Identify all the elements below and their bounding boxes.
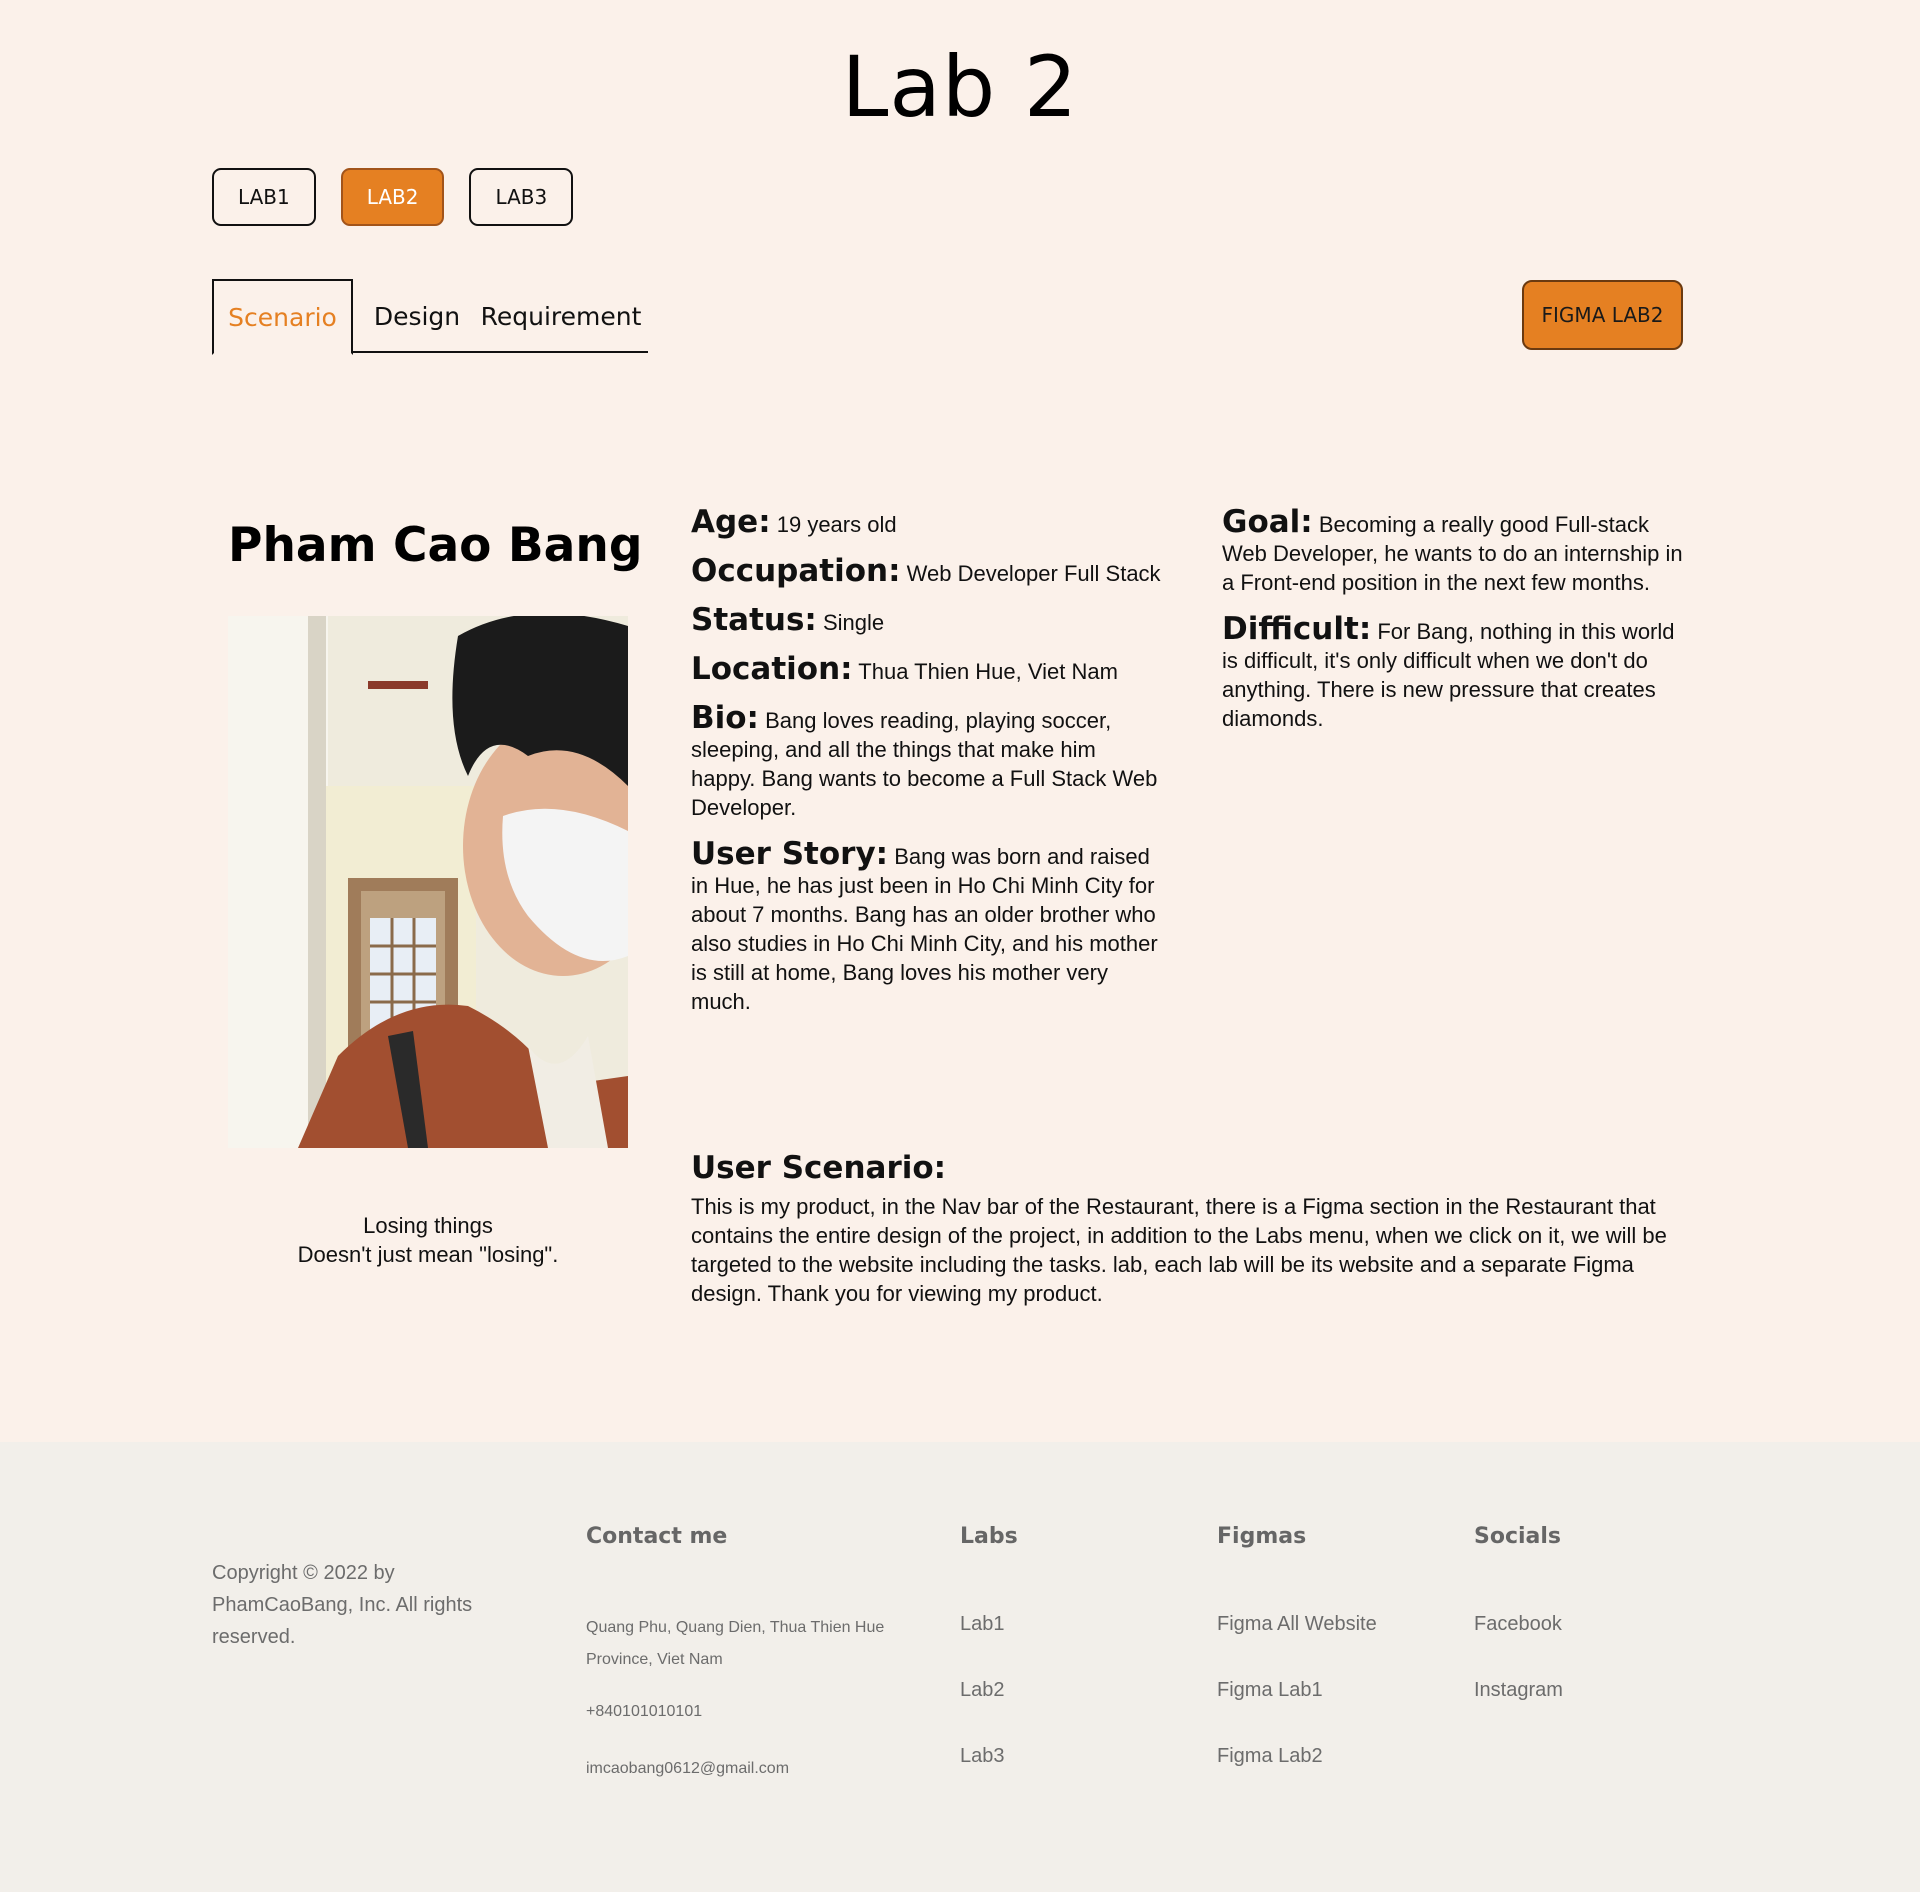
contact-phone: +840101010101: [586, 1703, 703, 1720]
figmas-heading: Figmas: [1217, 1524, 1307, 1549]
tab-requirement[interactable]: Requirement: [474, 279, 648, 353]
footer-link-figma-all[interactable]: Figma All Website: [1217, 1613, 1377, 1636]
lab3-button[interactable]: LAB3: [469, 168, 574, 226]
occupation-value: Web Developer Full Stack: [906, 561, 1161, 586]
location-label: Location:: [691, 651, 853, 687]
figma-lab2-button[interactable]: FIGMA LAB2: [1522, 280, 1683, 350]
user-story-label: User Story:: [691, 836, 889, 872]
location-row: Location: Thua Thien Hue, Viet Nam: [691, 654, 1161, 686]
age-row: Age: 19 years old: [691, 507, 1161, 539]
footer-link-figma-lab2[interactable]: Figma Lab2: [1217, 1745, 1323, 1768]
contact-email: imcaobang0612@gmail.com: [586, 1760, 790, 1777]
difficult-label: Difficult:: [1222, 611, 1372, 647]
labs-heading: Labs: [960, 1524, 1018, 1549]
footer-link-lab3[interactable]: Lab3: [960, 1745, 1005, 1768]
footer-labs: Labs Lab1 Lab2 Lab3: [960, 1524, 1018, 1767]
footer-socials: Socials Facebook Instagram: [1474, 1524, 1563, 1701]
tab-bar: Scenario Design Requirement: [212, 279, 648, 355]
footer-link-figma-lab1[interactable]: Figma Lab1: [1217, 1679, 1323, 1702]
bio-row: Bio: Bang loves reading, playing soccer,…: [691, 703, 1161, 822]
footer-contact: Contact me Quang Phu, Quang Dien, Thua T…: [586, 1524, 916, 1777]
copyright: Copyright © 2022 by PhamCaoBang, Inc. Al…: [212, 1562, 473, 1648]
occupation-label: Occupation:: [691, 553, 901, 589]
age-label: Age:: [691, 504, 771, 540]
footer-link-lab1[interactable]: Lab1: [960, 1613, 1005, 1636]
quote: Losing things Doesn't just mean "losing"…: [228, 1211, 628, 1269]
occupation-row: Occupation: Web Developer Full Stack: [691, 556, 1161, 588]
profile-info-right: Goal: Becoming a really good Full-stack …: [1222, 507, 1692, 751]
lab1-button[interactable]: LAB1: [212, 168, 316, 226]
tab-scenario[interactable]: Scenario: [212, 279, 353, 355]
lab2-button[interactable]: LAB2: [340, 168, 445, 226]
bio-label: Bio:: [691, 700, 759, 736]
bio-value: Bang loves reading, playing soccer, slee…: [691, 708, 1158, 820]
goal-label: Goal:: [1222, 504, 1313, 540]
status-value: Single: [822, 610, 885, 635]
footer-link-instagram[interactable]: Instagram: [1474, 1679, 1563, 1702]
footer-link-lab2[interactable]: Lab2: [960, 1679, 1005, 1702]
lab-nav: LAB1 LAB2 LAB3: [212, 168, 574, 226]
tab-design[interactable]: Design: [362, 279, 472, 353]
user-scenario-heading: User Scenario:: [691, 1150, 947, 1186]
contact-heading: Contact me: [586, 1524, 728, 1549]
quote-line-2: Doesn't just mean "losing".: [297, 1242, 559, 1267]
profile-info-left: Age: 19 years old Occupation: Web Develo…: [691, 507, 1161, 1034]
goal-row: Goal: Becoming a really good Full-stack …: [1222, 507, 1692, 597]
user-scenario-text: This is my product, in the Nav bar of th…: [691, 1194, 1667, 1306]
quote-line-1: Losing things: [363, 1213, 493, 1238]
page-title: Lab 2: [841, 38, 1079, 136]
age-value: 19 years old: [776, 512, 897, 537]
footer: Copyright © 2022 by PhamCaoBang, Inc. Al…: [0, 1442, 1920, 1892]
status-row: Status: Single: [691, 605, 1161, 637]
location-value: Thua Thien Hue, Viet Nam: [858, 659, 1118, 684]
footer-link-facebook[interactable]: Facebook: [1474, 1613, 1562, 1636]
footer-figmas: Figmas Figma All Website Figma Lab1 Figm…: [1217, 1524, 1377, 1767]
socials-heading: Socials: [1474, 1524, 1562, 1549]
person-name: Pham Cao Bang: [228, 518, 643, 573]
user-story-row: User Story: Bang was born and raised in …: [691, 839, 1161, 1016]
contact-address: Quang Phu, Quang Dien, Thua Thien Hue Pr…: [586, 1619, 885, 1668]
difficult-row: Difficult: For Bang, nothing in this wor…: [1222, 614, 1692, 733]
profile-photo: [228, 616, 628, 1148]
status-label: Status:: [691, 602, 817, 638]
